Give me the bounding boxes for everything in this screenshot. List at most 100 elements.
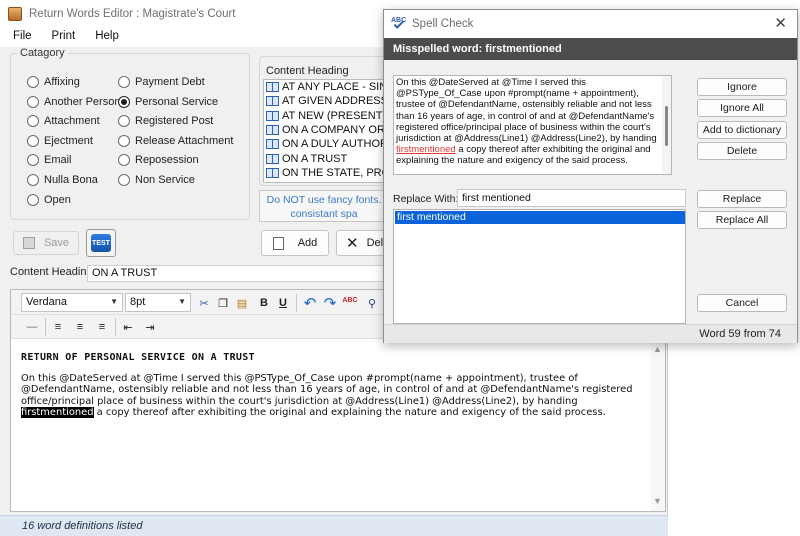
word-position-text: Word 59 from 74 — [699, 328, 781, 340]
radio-label: Email — [44, 154, 72, 166]
paragraph-text: a copy thereof after exhibiting the orig… — [93, 406, 606, 418]
radio-non-service[interactable]: Non Service — [118, 174, 195, 186]
font-note-line2: consistant spa — [290, 208, 358, 220]
radio-circle[interactable] — [118, 135, 130, 147]
toolbar-separator — [45, 318, 46, 336]
radio-reposession[interactable]: Reposession — [118, 154, 199, 166]
redo-icon[interactable]: ↷ — [321, 294, 339, 312]
radio-circle[interactable] — [118, 174, 130, 186]
radio-open[interactable]: Open — [27, 194, 71, 206]
binoculars-icon[interactable]: ⚲ — [363, 294, 381, 312]
copy-icon[interactable]: ❐ — [214, 294, 232, 312]
radio-circle[interactable] — [118, 115, 130, 127]
add-button[interactable]: Add — [261, 230, 329, 256]
dialog-title: Spell Check — [412, 18, 474, 30]
radio-payment-debt[interactable]: Payment Debt — [118, 76, 205, 88]
underline-icon[interactable]: U — [274, 294, 292, 312]
ignore-all-button[interactable]: Ignore All — [697, 99, 787, 117]
radio-circle[interactable] — [27, 115, 39, 127]
bold-icon[interactable]: B — [255, 294, 273, 312]
radio-affixing[interactable]: Affixing — [27, 76, 80, 88]
horizontal-line-icon[interactable]: — — [23, 318, 41, 336]
chevron-down-icon: ▼ — [110, 297, 118, 306]
font-value: Verdana — [26, 296, 67, 308]
cut-icon[interactable]: ✂ — [195, 294, 213, 312]
radio-circle[interactable] — [27, 154, 39, 166]
list-item[interactable]: ON THE STATE, PROVINCE — [264, 166, 389, 180]
radio-label: Reposession — [135, 154, 199, 166]
radio-circle[interactable] — [27, 194, 39, 206]
dialog-title-bar: ABC Spell Check ✕ — [384, 10, 797, 38]
radio-another-person[interactable]: Another Person — [27, 96, 120, 108]
radio-nulla-bona[interactable]: Nulla Bona — [27, 174, 98, 186]
suggestions-list[interactable]: first mentioned — [393, 209, 686, 324]
scroll-down-icon[interactable]: ▼ — [653, 496, 662, 506]
cancel-button[interactable]: Cancel — [697, 294, 787, 312]
scroll-up-icon[interactable]: ▲ — [653, 344, 662, 354]
content-heading-list[interactable]: AT ANY PLACE - SINGLE AT GIVEN ADDRESS A… — [263, 79, 390, 183]
status-bar: 16 word definitions listed — [0, 515, 668, 536]
radio-release-attachment[interactable]: Release Attachment — [118, 135, 233, 147]
radio-label: Payment Debt — [135, 76, 205, 88]
indent-icon[interactable]: ⇥ — [141, 318, 159, 336]
book-icon — [266, 167, 279, 178]
delete-word-button[interactable]: Delete — [697, 142, 787, 160]
align-center-icon[interactable]: ≡ — [71, 318, 89, 336]
add-label: Add — [297, 237, 318, 249]
list-item[interactable]: AT GIVEN ADDRESS — [264, 94, 389, 108]
outdent-icon[interactable]: ⇤ — [119, 318, 137, 336]
align-right-icon[interactable]: ≡ — [93, 318, 111, 336]
document-paragraph: On this @DateServed at @Time I served th… — [21, 373, 641, 418]
replace-button[interactable]: Replace — [697, 190, 787, 208]
close-icon[interactable]: ✕ — [774, 14, 787, 32]
radio-circle[interactable] — [27, 174, 39, 186]
radio-circle[interactable] — [27, 96, 39, 108]
radio-circle[interactable] — [118, 76, 130, 88]
menu-print[interactable]: Print — [39, 28, 83, 47]
replace-all-button[interactable]: Replace All — [697, 211, 787, 229]
document-content[interactable]: RETURN OF PERSONAL SERVICE ON A TRUST On… — [21, 352, 641, 418]
list-item-label: AT NEW (PRESENT) ADDRESS — [282, 109, 389, 122]
list-item[interactable]: ON A DULY AUTHORIZED — [264, 137, 389, 151]
radio-label: Registered Post — [135, 115, 214, 127]
replace-with-input[interactable]: first mentioned — [457, 189, 686, 207]
document-heading: RETURN OF PERSONAL SERVICE ON A TRUST — [21, 352, 255, 363]
app-icon — [8, 7, 22, 21]
radio-circle[interactable] — [118, 154, 130, 166]
menu-file[interactable]: File — [0, 28, 39, 47]
editor-scrollbar[interactable]: ▲ ▼ — [651, 340, 665, 511]
ignore-button[interactable]: Ignore — [697, 78, 787, 96]
save-label: Save — [43, 237, 70, 249]
menu-help[interactable]: Help — [82, 28, 126, 47]
radio-circle[interactable] — [27, 135, 39, 147]
radio-label: Open — [44, 194, 71, 206]
suggestion-item[interactable]: first mentioned — [395, 211, 685, 224]
list-item-label: ON THE STATE, PROVINCE — [282, 166, 389, 179]
list-item[interactable]: ON A TRUST — [264, 151, 389, 165]
radio-registered-post[interactable]: Registered Post — [118, 115, 213, 127]
list-item[interactable]: ON A COMPANY OR BUSINESS — [264, 123, 389, 137]
radio-ejectment[interactable]: Ejectment — [27, 135, 93, 147]
font-size-select[interactable]: 8pt ▼ — [125, 293, 191, 312]
radio-circle[interactable] — [27, 76, 39, 88]
context-scrollbar[interactable] — [662, 76, 671, 174]
list-item[interactable]: AT NEW (PRESENT) ADDRESS — [264, 109, 389, 123]
paste-icon[interactable]: ▤ — [233, 294, 251, 312]
font-select[interactable]: Verdana ▼ — [21, 293, 123, 312]
radio-personal-service[interactable]: Personal Service — [118, 96, 218, 108]
new-page-icon — [272, 236, 284, 250]
list-item[interactable]: AT ANY PLACE - SINGLE — [264, 80, 389, 94]
test-button[interactable]: TEST — [86, 229, 116, 257]
context-text-box[interactable]: On this @DateServed at @Time I served th… — [393, 75, 672, 175]
undo-icon[interactable]: ↶ — [301, 294, 319, 312]
scroll-thumb[interactable] — [665, 106, 668, 146]
align-left-icon[interactable]: ≡ — [49, 318, 67, 336]
spellcheck-icon[interactable]: ABC — [341, 291, 359, 309]
radio-circle[interactable] — [118, 96, 130, 108]
radio-email[interactable]: Email — [27, 154, 72, 166]
add-to-dictionary-button[interactable]: Add to dictionary — [697, 121, 787, 139]
book-icon — [266, 125, 279, 136]
save-button[interactable]: Save — [13, 231, 79, 255]
content-heading-input[interactable]: ON A TRUST — [87, 265, 387, 282]
radio-attachment[interactable]: Attachment — [27, 115, 100, 127]
